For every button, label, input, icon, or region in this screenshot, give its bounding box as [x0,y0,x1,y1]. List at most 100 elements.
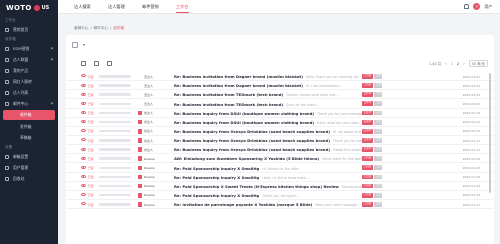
table-row[interactable]: 已读 Rosalie Re: Paid Sponsorship X Sweet Tr… [66,182,494,191]
eye-icon[interactable] [81,138,86,142]
bell-icon[interactable] [464,4,470,9]
mail-subject[interactable]: Re: Business inquiry from Ocesya Drinkbi… [174,147,369,152]
table-row[interactable]: 已读 无达人 Re: Business invitation from Dagaer… [66,72,494,82]
next-page-button[interactable]: › [463,61,465,66]
status-badge[interactable]: 已读 [374,83,383,88]
user-menu[interactable]: Y 用户 [464,3,492,10]
sidebar-item-mail-settings[interactable]: 邮箱设置 [0,151,58,162]
sidebar-item-marketing-home[interactable]: 营销首页 [0,24,58,35]
tab-workbench[interactable]: 工作台 [176,0,189,14]
mail-subject[interactable]: Re: Paid Sponsorship Inquiry X SmallHg He… [174,175,309,180]
status-badge[interactable]: 已读 [374,92,383,98]
mail-subject[interactable]: Re: Business invitation from TEGmark (te… [174,102,319,107]
status-badge[interactable]: 已读 [374,101,383,107]
sidebar-item-affiliate[interactable]: 达人联盟 [0,54,58,65]
refresh-icon[interactable] [81,61,86,66]
status-badge[interactable]: 已读 [374,183,383,189]
eye-icon[interactable] [81,120,86,124]
page-1-button[interactable]: 1 [451,62,453,66]
eye-icon[interactable] [81,156,86,160]
mail-subject[interactable]: Re: Invitation de parrainage payante X Y… [174,202,360,207]
eye-icon[interactable] [81,110,86,114]
eye-icon[interactable] [81,174,86,178]
delete-icon[interactable] [107,61,112,66]
mail-subject[interactable]: Re: Business invitation from Dagaer bran… [174,83,342,88]
status-badge[interactable]: 已读 [374,156,383,162]
page-size-select[interactable]: 40 条/页 [468,60,488,67]
sidebar-item-outbox[interactable]: 发件箱 [0,121,58,132]
table-row[interactable]: 已读 刘达人 Re: Business inquiry from Ocesya Dr… [66,145,494,155]
status-badge[interactable]: 洽谈中 [362,128,373,134]
sidebar-item-mail-center[interactable]: 邮件中心 [0,98,58,109]
status-badge[interactable]: 已读 [374,137,383,143]
status-badge[interactable]: 已读 [374,110,383,116]
mail-subject[interactable]: Re: Paid Sponsorship Inquiry X SmallHg Hi… [174,166,301,171]
prev-page-button[interactable]: ‹ [445,61,447,66]
eye-icon[interactable] [81,101,86,105]
tab-influencer-search[interactable]: 达人搜索 [74,0,91,14]
tab-mail-marketing[interactable]: 邮件营销 [142,0,159,14]
status-badge[interactable]: 已回复 [362,156,373,162]
table-row[interactable]: 已读 刘达人 Re: Business inquiry from Ocesya Dr… [66,127,494,136]
status-badge[interactable]: 已读 [374,174,383,180]
status-badge[interactable]: 已读 [374,128,383,134]
status-badge[interactable]: 已回复 [362,83,373,88]
mail-subject[interactable]: Re: Business inquiry from DSUI (boutique… [174,111,366,116]
user-name[interactable]: 用户 [484,4,492,10]
mail-subject[interactable]: Re: Business inquiry from DSUI (boutique… [174,120,362,125]
status-badge[interactable]: 已读 [374,165,383,171]
sidebar-item-user-management[interactable]: 用户管理 [0,162,58,173]
status-badge[interactable]: 已回复 [362,192,373,198]
status-badge[interactable]: 洽谈中 [362,137,373,143]
mail-subject[interactable]: Re: Paid Sponsorship Inquiry X SmallHg Th… [174,193,299,198]
status-badge[interactable]: 洽谈中 [362,110,373,116]
eye-icon[interactable] [81,165,86,169]
select-all-checkbox[interactable] [72,42,78,48]
sidebar-item-influencer-list[interactable]: 达人列表 [0,87,58,98]
mail-subject[interactable]: Re: Business inquiry from Ocesya Drinkbi… [174,138,373,143]
eye-icon[interactable] [81,129,86,133]
eye-icon[interactable] [81,83,86,87]
status-badge[interactable]: 已回复 [362,201,373,207]
eye-icon[interactable] [81,92,86,96]
mail-subject[interactable]: Re: Business invitation from Dagaer bran… [174,74,362,79]
table-row[interactable]: 已读 Rosalie Re: Paid Sponsorship Inquiry X … [66,191,494,200]
breadcrumb-item[interactable]: 邮件中心 [94,26,108,31]
status-badge[interactable]: 已读 [374,119,383,125]
eye-icon[interactable] [81,74,86,78]
page-2-button[interactable]: 2 [457,62,459,66]
status-badge[interactable]: 已读 [374,74,383,79]
table-row[interactable]: 已读 Rosalie Re: Paid Sponsorship Inquiry X … [66,163,494,173]
sidebar-item-influencer-library[interactable]: 网红人脉库 [0,76,58,87]
status-badge[interactable]: 已读 [374,201,383,207]
tab-influencer-management[interactable]: 达人管理 [108,0,125,14]
archive-icon[interactable] [94,61,99,66]
logo[interactable]: WOTO US [0,0,58,16]
status-badge[interactable]: 合作中 [362,92,373,98]
scrollbar[interactable] [489,73,491,193]
status-badge[interactable]: 已回复 [362,165,373,171]
table-row[interactable]: 已读 刘达人 Re: Business inquiry from DSUI (bou… [66,109,494,118]
table-row[interactable]: 已读 刘达人 Re: Business inquiry from Ocesya Dr… [66,136,494,146]
table-row[interactable]: 已读 刘达人 Re: Business inquiry from DSUI (bou… [66,118,494,127]
eye-icon[interactable] [81,147,86,151]
eye-icon[interactable] [81,202,86,206]
eye-icon[interactable] [81,184,86,188]
table-row[interactable]: 已读 无达人 Re: Business invitation from TEGmar… [66,90,494,100]
status-badge[interactable]: 合作中 [362,101,373,107]
mail-subject[interactable]: Re: Business inquiry from Ocesya Drinkbi… [174,129,368,134]
sidebar-item-products[interactable]: 我的产品 [0,65,58,76]
mail-subject[interactable]: AW: Einladung zum Ikwebben Sponsoring X … [174,156,373,161]
table-row[interactable]: 已读 无达人 Re: Business invitation from TEGmar… [66,99,494,109]
table-row[interactable]: 已读 Rosalie AW: Einladung zum Ikwebben Spon… [66,154,494,164]
status-badge[interactable]: 已读 [374,147,383,152]
table-row[interactable]: 已读 Rosalie Re: Invitation de parrainage pa… [66,200,494,210]
eye-icon[interactable] [81,193,86,197]
breadcrumb-item[interactable]: 营销中心 [74,26,88,31]
chevron-down-icon[interactable] [83,44,85,46]
sidebar-item-inbox[interactable]: 收件箱 [3,110,55,120]
sidebar-item-drafts[interactable]: 草稿箱 [0,132,58,143]
status-badge[interactable]: 已回复 [362,183,373,189]
status-badge[interactable]: 洽谈中 [362,119,373,125]
table-row[interactable]: 已读 Rosalie Re: Paid Sponsorship Inquiry X … [66,173,494,182]
